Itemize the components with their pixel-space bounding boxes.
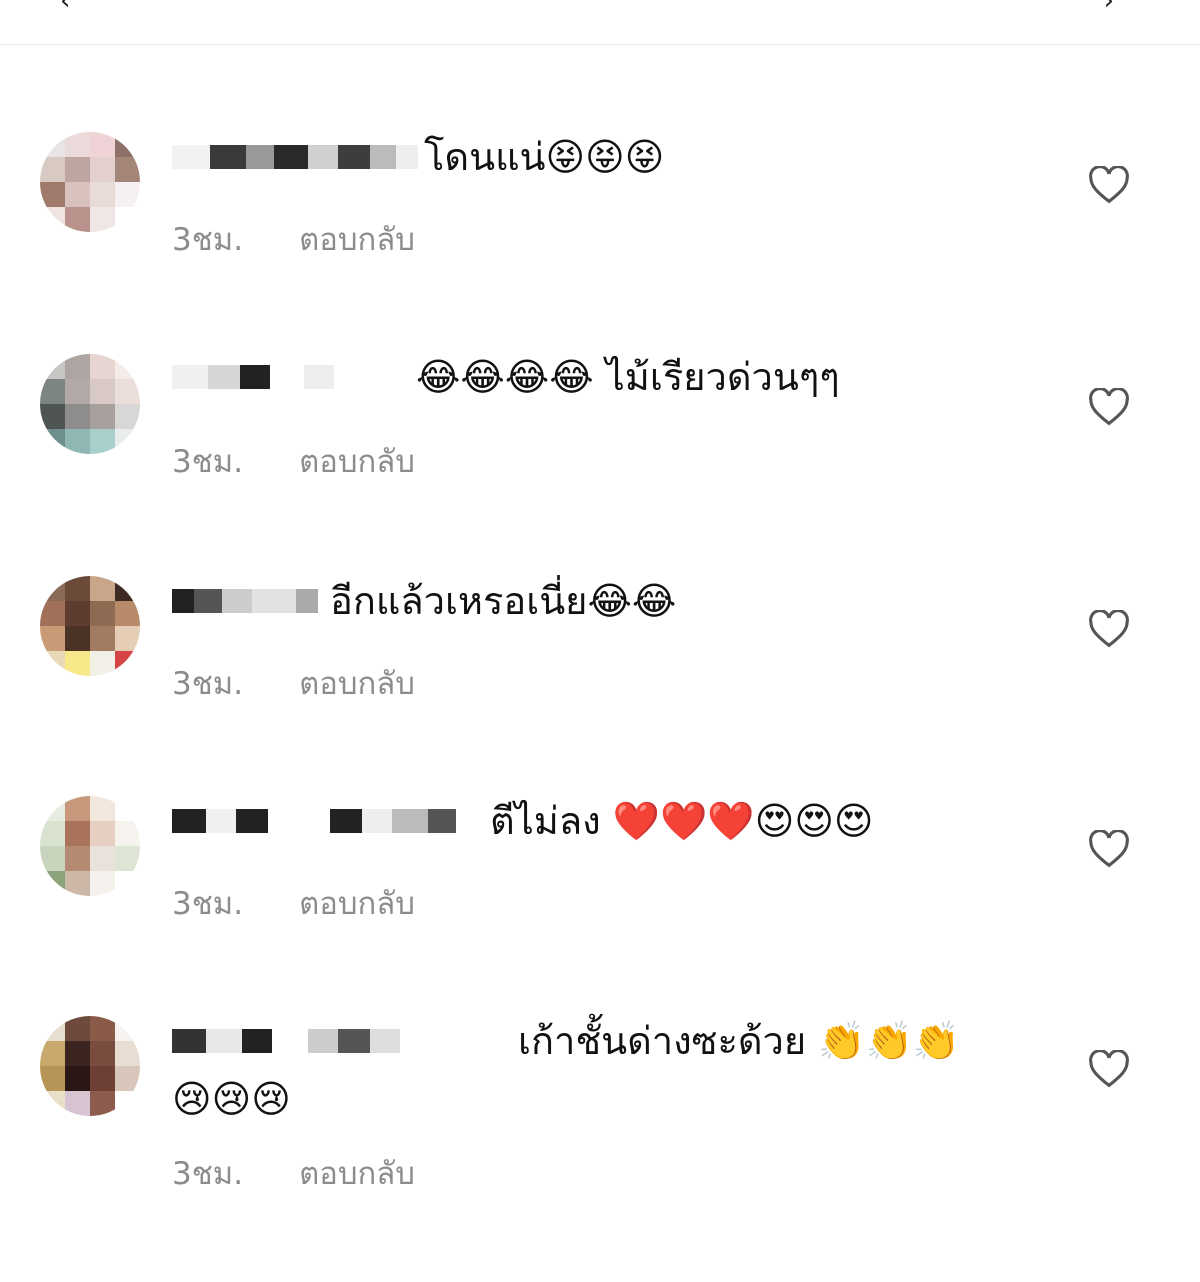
comment-time: 3ชม. xyxy=(172,222,244,258)
avatar[interactable] xyxy=(40,576,140,676)
comment-text: โดนแน่😝😝😝 xyxy=(424,135,665,179)
comment-text: เก้าชั้นด่างซะด้วย 👏👏👏😢😢😢 xyxy=(172,1012,972,1128)
reply-button[interactable]: ตอบกลับ xyxy=(299,436,415,486)
heart-outline-icon[interactable] xyxy=(1088,165,1130,204)
comment-time: 3ชม. xyxy=(172,1156,244,1192)
username-redacted[interactable] xyxy=(172,806,456,836)
share-icon[interactable]: › xyxy=(1104,0,1114,16)
comment-text: ตีไม่ลง ❤️❤️❤️😍😍😍 xyxy=(490,799,874,843)
comment-time: 3ชม. xyxy=(172,886,244,922)
avatar[interactable] xyxy=(40,796,140,896)
comment-meta: 3ชม. ตอบกลับ xyxy=(172,1148,415,1198)
comment-meta: 3ชม. ตอบกลับ xyxy=(172,214,415,264)
heart-outline-icon[interactable] xyxy=(1088,829,1130,868)
username-redacted[interactable] xyxy=(172,142,418,172)
comment-text: อีกแล้วเหรอเนี่ย😂😂 xyxy=(330,579,677,623)
comments-screen: ‹ › โดนแน่😝😝😝 3ชม. ตอบกลับ 😂😂😂😂 ไม้เรียว… xyxy=(0,0,1200,1282)
comment-meta: 3ชม. ตอบกลับ xyxy=(172,658,415,708)
username-redacted[interactable] xyxy=(172,362,334,392)
comment-meta: 3ชม. ตอบกลับ xyxy=(172,878,415,928)
avatar[interactable] xyxy=(40,132,140,232)
avatar[interactable] xyxy=(40,354,140,454)
comment-time: 3ชม. xyxy=(172,444,244,480)
comment-text: 😂😂😂😂 ไม้เรียวด่วนๆๆ xyxy=(416,355,840,399)
comment-body: เก้าชั้นด่างซะด้วย 👏👏👏😢😢😢 xyxy=(172,1019,961,1121)
heart-outline-icon[interactable] xyxy=(1088,609,1130,648)
comment-meta: 3ชม. ตอบกลับ xyxy=(172,436,415,486)
heart-outline-icon[interactable] xyxy=(1088,1049,1130,1088)
reply-button[interactable]: ตอบกลับ xyxy=(299,1148,415,1198)
comment-time: 3ชม. xyxy=(172,666,244,702)
avatar[interactable] xyxy=(40,1016,140,1116)
reply-button[interactable]: ตอบกลับ xyxy=(299,658,415,708)
username-redacted[interactable] xyxy=(172,586,318,616)
heart-outline-icon[interactable] xyxy=(1088,387,1130,426)
back-icon[interactable]: ‹ xyxy=(60,0,70,16)
reply-button[interactable]: ตอบกลับ xyxy=(299,878,415,928)
reply-button[interactable]: ตอบกลับ xyxy=(299,214,415,264)
top-bar: ‹ › xyxy=(0,0,1200,45)
